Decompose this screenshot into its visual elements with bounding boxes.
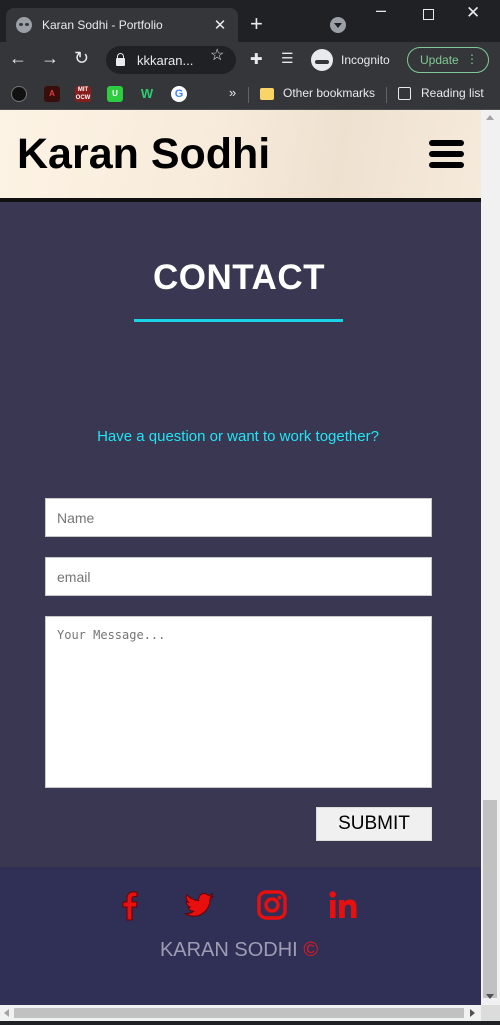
tab-title: Karan Sodhi - Portfolio <box>42 18 163 32</box>
url-text: kkkaran... <box>137 52 194 68</box>
bookmarks-divider <box>248 87 249 103</box>
window-bottom-edge <box>0 1021 500 1025</box>
reload-icon[interactable]: ↻ <box>74 48 89 69</box>
submit-button[interactable]: SUBMIT <box>316 807 432 841</box>
roadmap-bookmark-icon[interactable] <box>11 86 27 102</box>
hamburger-menu-icon[interactable] <box>429 140 464 168</box>
contact-tagline: Have a question or want to work together… <box>97 428 379 445</box>
forward-icon[interactable]: → <box>41 48 59 69</box>
google-bookmark-icon[interactable]: G <box>171 86 187 102</box>
update-button[interactable]: Update ⋮ <box>407 47 489 73</box>
window-close-icon[interactable]: ✕ <box>466 3 480 23</box>
site-footer: KARAN SODHI © <box>0 867 481 1005</box>
facebook-icon[interactable] <box>114 889 146 921</box>
copyright-symbol: © <box>303 939 319 961</box>
new-tab-icon[interactable]: + <box>250 13 263 35</box>
bookmarks-bar: A MIT OCW U W G » Other bookmarks Readin… <box>0 78 500 110</box>
incognito-icon <box>311 49 333 71</box>
scroll-up-icon[interactable] <box>486 115 494 120</box>
wattpad-bookmark-icon[interactable]: W <box>139 86 155 102</box>
contact-heading: CONTACT <box>153 258 325 297</box>
reading-list-link[interactable]: Reading list <box>421 86 484 100</box>
anime-bookmark-icon[interactable]: A <box>44 86 60 102</box>
alien-icon <box>16 17 32 33</box>
incognito-indicator[interactable]: Incognito <box>311 48 390 72</box>
scrollbar-corner <box>481 1005 500 1021</box>
horizontal-scrollbar[interactable] <box>0 1005 481 1021</box>
vertical-scroll-thumb[interactable] <box>483 800 497 998</box>
email-field[interactable] <box>45 557 432 596</box>
scroll-right-icon[interactable] <box>470 1009 475 1017</box>
site-header: Karan Sodhi <box>0 110 481 202</box>
minimize-icon[interactable]: – <box>376 0 386 21</box>
menu-dots-icon[interactable]: ⋮ <box>466 52 478 66</box>
twitter-icon[interactable] <box>183 889 215 921</box>
update-label: Update <box>420 53 459 67</box>
more-bookmarks-icon[interactable]: » <box>229 85 236 100</box>
browser-tab[interactable]: Karan Sodhi - Portfolio ✕ <box>6 8 238 42</box>
horizontal-scroll-thumb[interactable] <box>14 1008 464 1018</box>
mit-ocw-bookmark-icon[interactable]: MIT OCW <box>75 86 91 102</box>
folder-icon <box>260 88 274 100</box>
copyright-text: KARAN SODHI © <box>0 939 478 962</box>
copyright-name: KARAN SODHI <box>159 939 298 961</box>
reading-list-icon <box>398 87 411 100</box>
page-viewport: Karan Sodhi CONTACT Have a question or w… <box>0 110 481 1005</box>
vertical-scrollbar[interactable] <box>481 110 500 1005</box>
incognito-label: Incognito <box>341 53 390 67</box>
tab-close-icon[interactable]: ✕ <box>212 16 228 34</box>
message-field[interactable] <box>45 616 432 788</box>
extensions-icon[interactable]: ✚ <box>250 50 263 68</box>
heading-underline <box>134 319 343 322</box>
linkedin-icon[interactable] <box>327 889 359 921</box>
browser-toolbar: ← → ↻ kkkaran... ☆ ✚ ☰ Incognito Update … <box>0 42 500 78</box>
site-brand[interactable]: Karan Sodhi <box>17 130 270 179</box>
scroll-left-icon[interactable] <box>4 1009 9 1017</box>
udemy-bookmark-icon[interactable]: U <box>107 86 123 102</box>
other-bookmarks-link[interactable]: Other bookmarks <box>283 86 375 100</box>
back-icon[interactable]: ← <box>9 48 27 69</box>
tab-search-icon[interactable] <box>330 17 346 33</box>
bookmark-star-icon[interactable]: ☆ <box>210 45 224 65</box>
scroll-down-icon[interactable] <box>486 994 494 999</box>
bookmarks-divider <box>386 87 387 103</box>
browser-tabstrip: Karan Sodhi - Portfolio ✕ + – ✕ <box>0 0 500 42</box>
maximize-icon[interactable] <box>423 9 434 20</box>
instagram-icon[interactable] <box>256 889 288 921</box>
lock-icon <box>116 53 125 66</box>
name-field[interactable] <box>45 498 432 537</box>
media-control-icon[interactable]: ☰ <box>281 50 294 67</box>
